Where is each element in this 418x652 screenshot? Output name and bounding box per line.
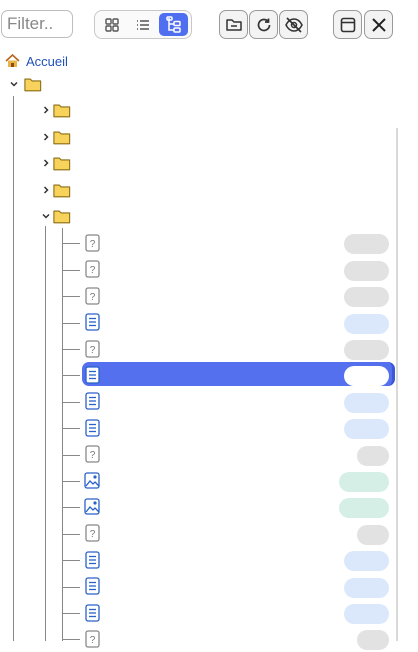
tree-guide-line (63, 533, 80, 535)
grid-view-button[interactable] (97, 13, 126, 36)
file-type-badge (357, 524, 389, 545)
eye-off-icon (284, 16, 303, 33)
folder-icon (53, 102, 71, 119)
tree-guide-line (63, 269, 80, 271)
tree-guide-line (63, 454, 80, 456)
tree-folder-mr-xred[interactable] (0, 204, 418, 230)
file-type-badge (357, 445, 389, 466)
unknown-file-icon: ? (83, 287, 101, 305)
home-icon (5, 54, 20, 67)
breadcrumb[interactable]: Accueil (5, 52, 68, 70)
svg-text:?: ? (89, 345, 95, 356)
list-icon (136, 19, 149, 30)
window-icon (340, 17, 355, 32)
chevron-right-icon[interactable] (40, 103, 52, 117)
file-type-badge (357, 630, 389, 651)
markdown-file-icon (83, 392, 101, 410)
folder-icon (53, 208, 71, 225)
refresh-icon (257, 18, 270, 31)
tree-guide-line (63, 560, 80, 562)
file-type-badge (344, 392, 389, 413)
scrollbar[interactable] (396, 128, 398, 641)
tree-guide-line (63, 296, 80, 298)
close-button[interactable] (364, 10, 393, 39)
folder-icon (53, 129, 71, 146)
filter-input[interactable] (1, 10, 73, 38)
svg-text:?: ? (89, 529, 95, 540)
toolbar (0, 0, 418, 50)
markdown-file-icon (83, 313, 101, 331)
tree-guide-line (62, 228, 63, 641)
file-type-badge (344, 366, 389, 387)
svg-text:?: ? (89, 292, 95, 303)
tree-view-button[interactable] (159, 13, 188, 36)
tree-folder-malys[interactable] (0, 151, 418, 177)
tree-guide-line (63, 507, 80, 509)
chevron-right-icon[interactable] (40, 183, 52, 197)
folder-open-icon (225, 18, 242, 31)
markdown-file-icon (83, 419, 101, 437)
svg-text:?: ? (89, 265, 95, 276)
chevron-right-icon[interactable] (40, 130, 52, 144)
file-type-badge (344, 234, 389, 255)
chevron-down-icon[interactable] (8, 77, 20, 91)
markdown-file-icon (83, 603, 101, 622)
tree-guide-line (63, 349, 80, 350)
tree-guide-line (63, 401, 80, 403)
toggle-hidden-button[interactable] (279, 10, 308, 39)
tree-guide-line (63, 375, 80, 377)
markdown-file-icon (83, 366, 101, 384)
file-type-badge (344, 287, 389, 308)
tree-folder-joekrill[interactable] (0, 98, 418, 124)
file-type-badge (339, 472, 389, 492)
unknown-file-icon: ? (83, 524, 101, 542)
open-folder-button[interactable] (219, 10, 248, 39)
tree-guide-line (63, 243, 80, 245)
tree-guide-line (13, 96, 14, 641)
tree-icon (165, 15, 181, 33)
tree-guide-line (63, 428, 80, 430)
unknown-file-icon: ? (83, 445, 101, 463)
tree-guide-line (63, 322, 80, 324)
file-type-badge (344, 419, 389, 440)
image-file-icon (83, 472, 101, 489)
breadcrumb-label: Accueil (26, 53, 68, 69)
folder-icon (53, 182, 71, 199)
file-type-badge (339, 498, 389, 519)
tree-folder-library[interactable] (0, 72, 418, 98)
file-type-badge (344, 260, 389, 281)
file-type-badge (344, 551, 389, 572)
svg-text:?: ? (89, 635, 95, 646)
file-type-badge (344, 340, 389, 360)
folder-icon (53, 155, 71, 172)
view-mode-switch (94, 10, 192, 39)
refresh-button[interactable] (249, 10, 278, 39)
unknown-file-icon: ? (83, 260, 101, 278)
image-file-icon (83, 498, 101, 516)
file-type-badge (344, 313, 389, 334)
grid-icon (104, 17, 119, 32)
tree-folder-mc[interactable] (0, 178, 418, 204)
chevron-down-icon[interactable] (40, 209, 52, 223)
tree-guide-line (63, 586, 80, 588)
tree-folder-logeshg5[interactable] (0, 125, 418, 151)
window-mode-button[interactable] (333, 10, 362, 39)
svg-text:?: ? (89, 450, 95, 461)
tree-guide-line (63, 613, 80, 614)
markdown-file-icon (83, 577, 101, 595)
svg-text:?: ? (89, 239, 95, 250)
close-icon (371, 17, 386, 32)
chevron-right-icon[interactable] (40, 156, 52, 170)
unknown-file-icon: ? (83, 339, 101, 358)
file-type-badge (344, 577, 389, 598)
tree-guide-line (63, 639, 80, 641)
unknown-file-icon: ? (83, 234, 101, 252)
tree-guide-line (63, 481, 80, 482)
folder-icon (24, 76, 42, 93)
unknown-file-icon: ? (83, 630, 101, 648)
list-view-button[interactable] (128, 13, 157, 36)
tree-guide-line (45, 226, 46, 641)
file-type-badge (344, 604, 389, 624)
markdown-file-icon (83, 551, 101, 569)
